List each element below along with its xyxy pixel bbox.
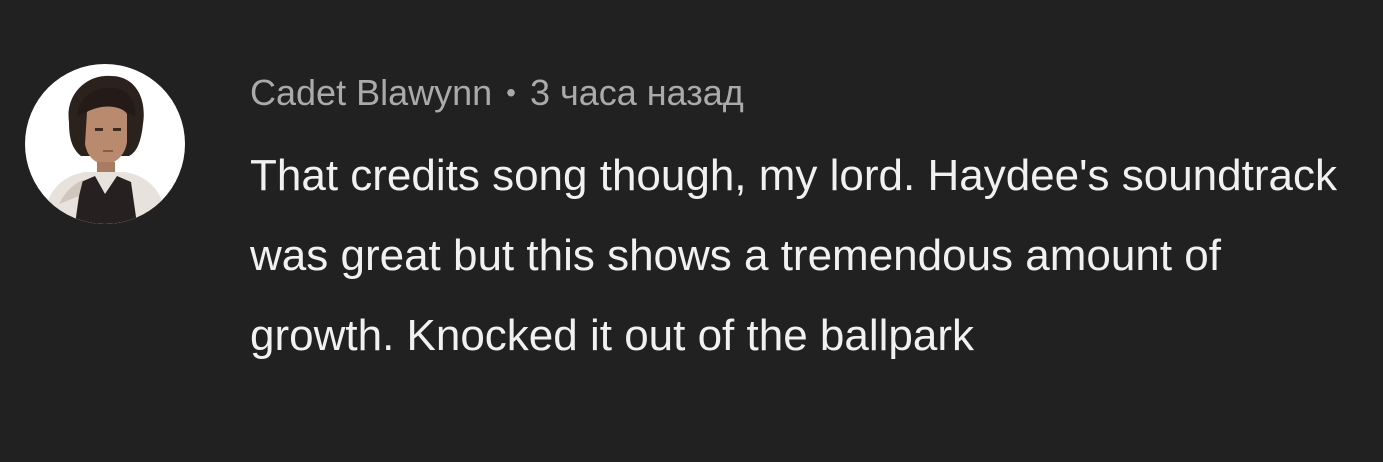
meta-separator: • — [506, 77, 516, 108]
comment-meta: Cadet Blawynn • 3 часа назад — [250, 70, 744, 116]
comment-item: Cadet Blawynn • 3 часа назад That credit… — [0, 0, 1383, 462]
author-name[interactable]: Cadet Blawynn — [250, 72, 492, 114]
user-avatar-icon — [43, 75, 167, 224]
avatar[interactable] — [25, 64, 185, 224]
comment-timestamp[interactable]: 3 часа назад — [530, 72, 744, 114]
comment-text: That credits song though, my lord. Hayde… — [250, 151, 1337, 360]
